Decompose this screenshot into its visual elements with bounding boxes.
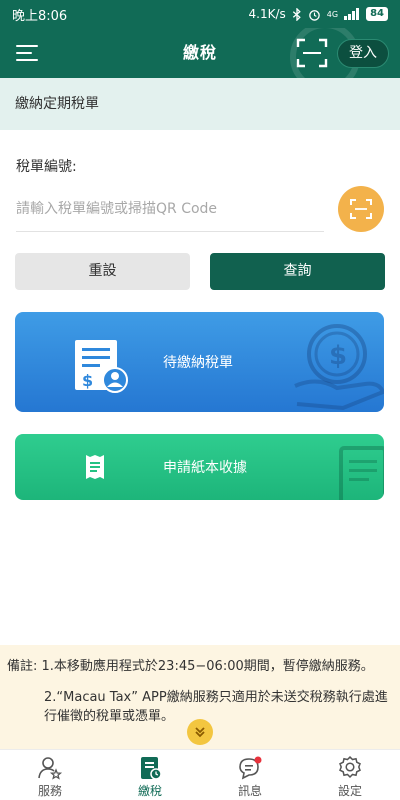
tab-tax-label: 繳稅 [137, 784, 162, 798]
signal-bars-icon [344, 8, 360, 20]
expand-notice-button[interactable] [187, 719, 213, 745]
message-bubble-icon [239, 756, 262, 780]
notice-line-2: 2.“Macau Tax” APP繳納服務只適用於未送交稅務執行處進行催徵的稅單… [44, 690, 388, 724]
login-button[interactable]: 登入 [337, 39, 389, 68]
coin-hand-icon: $ [294, 324, 384, 411]
chevron-double-down-icon [195, 727, 205, 738]
svg-text:$: $ [329, 341, 347, 371]
svg-text:$: $ [82, 371, 93, 390]
tab-messages-label: 訊息 [237, 784, 262, 798]
service-user-icon [38, 757, 63, 780]
pending-bills-label: 待繳納稅單 [163, 355, 233, 371]
paper-receipt-label: 申請紙本收據 [163, 460, 247, 476]
tab-services[interactable]: 服務 [0, 750, 100, 800]
tab-messages[interactable]: 訊息 [200, 750, 300, 800]
tax-document-icon [141, 757, 162, 780]
scan-qr-button[interactable] [338, 186, 384, 232]
tab-settings[interactable]: 設定 [300, 750, 400, 800]
section-title: 繳納定期稅單 [0, 78, 400, 130]
tax-bill-input-wrapper [16, 190, 324, 232]
receipt-icon [86, 455, 104, 479]
status-indicators: 4.1K/s 4G 84 [249, 7, 388, 21]
bottom-tab-bar: 服務 繳稅 訊息 設定 [0, 749, 400, 800]
tax-bill-number-input[interactable] [16, 190, 324, 228]
tab-tax[interactable]: 繳稅 [100, 750, 200, 800]
settings-gear-icon [339, 755, 361, 779]
tax-bill-number-label: 稅單編號: [16, 159, 77, 175]
unread-badge [254, 756, 262, 764]
alarm-icon [308, 9, 320, 21]
bluetooth-icon [292, 7, 301, 21]
notice-line-1: 備註: 1.本移動應用程式於23:45−06:00期間，暫停繳納服務。 [7, 659, 374, 674]
query-button[interactable]: 查詢 [210, 253, 385, 290]
tab-settings-label: 設定 [337, 784, 362, 798]
pending-bills-card[interactable]: $ 待繳納稅單 $ [15, 312, 384, 412]
receipt-watermark-icon [339, 446, 384, 500]
qr-scan-icon[interactable] [296, 38, 328, 68]
bill-document-icon: $ [75, 340, 128, 393]
status-time: 晚上8:06 [12, 8, 68, 24]
network-speed: 4.1K/s [248, 7, 286, 21]
status-bar: 晚上8:06 4.1K/s 4G 84 [0, 0, 400, 28]
signal-label: 4G [326, 9, 339, 19]
qr-scan-icon [350, 199, 372, 219]
app-bar: 繳稅 登入 [0, 28, 400, 78]
battery-indicator: 84 [366, 7, 388, 21]
paper-receipt-card[interactable]: 申請紙本收據 [15, 434, 384, 500]
tab-services-label: 服務 [37, 784, 62, 798]
reset-button[interactable]: 重設 [15, 253, 190, 290]
